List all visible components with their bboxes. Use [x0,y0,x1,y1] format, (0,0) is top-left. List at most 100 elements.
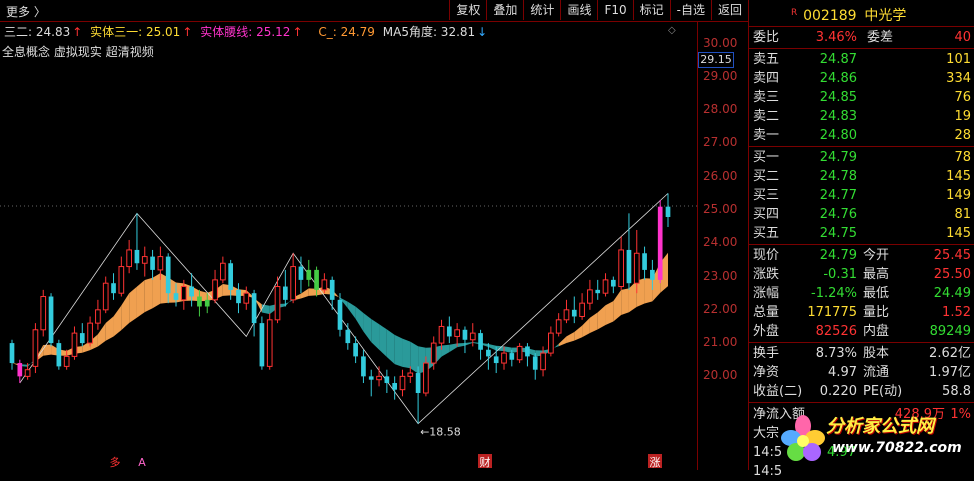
candle-body [438,325,445,344]
candle-body [633,252,640,284]
remove-watchlist-button[interactable]: -自选 [669,0,711,20]
sell-price: 24.87 [819,52,857,67]
stat-label: 最低 [863,286,890,301]
ma-band-segment [589,312,598,333]
candle [266,313,273,370]
draw-line-button[interactable]: 画线 [560,0,597,20]
sell-price: 24.85 [819,90,857,105]
flower-logo-icon [781,415,825,461]
ma-band-segment [441,344,450,357]
candlestick-chart[interactable]: ←18.58 多 A 财 涨 [0,21,697,470]
candle [454,323,460,347]
candle-body [571,309,577,317]
commission-ratio-section: 委比 3.46% 委差 40 [749,27,974,49]
candle-body [657,206,663,280]
buy-row-2: 买二 24.78 145 [749,167,974,186]
stats-button[interactable]: 统计 [523,0,560,20]
big-order-label: 大宗 [753,426,780,441]
fund-value: 8.73% [815,346,857,361]
candle [626,213,632,290]
sell-price: 24.83 [819,109,857,124]
price-tick: 29.00 [703,68,738,83]
stat-value: 171775 [807,305,857,320]
candle [595,279,601,300]
candle [618,236,624,290]
fundamentals: 换手 8.73% 股本 2.62亿 净资 4.97 流通 1.97亿 收益(二) 0.220 PE(… [749,343,974,403]
ma-band-segment [621,288,629,316]
back-button[interactable]: 返回 [710,0,748,20]
candle-body [563,309,570,321]
stock-name[interactable]: 中光学 [864,8,906,24]
candle-body [314,269,319,290]
candle-body [141,256,148,264]
candle [251,289,257,337]
candle [376,366,382,387]
ma-band-segment [410,341,419,374]
candle-body [259,323,265,367]
candle [392,376,398,400]
stat-value: 24.79 [819,248,857,263]
candle [361,349,366,384]
fuquan-button[interactable]: 复权 [449,0,486,20]
ma-band-segment [355,306,364,332]
candle-body [407,372,414,377]
fund-label: PE(动) [863,384,903,399]
sell-label: 卖五 [753,52,780,67]
candle-body [56,343,62,367]
ma-band-segment [152,273,161,309]
stat-label: 涨幅 [753,286,780,301]
ma-band-segment [136,280,145,318]
candle-body [282,286,288,300]
event-marker: 涨 [650,456,661,469]
more-menu[interactable]: 更多 〉 [6,3,46,20]
ma-band-segment [597,305,606,330]
sell-row-1: 卖一 24.80 28 [749,126,974,145]
stat-label: 总量 [753,305,780,320]
fund-value: 2.62亿 [929,346,971,361]
sell-volume: 19 [954,109,971,124]
stat-row: 涨跌 -0.31 最高 25.50 [749,265,974,284]
candle-body [173,293,179,300]
stat-label: 外盘 [753,324,780,339]
candle [32,323,39,374]
candle-body [587,289,593,304]
stat-label: 今开 [863,248,890,263]
candle [438,319,445,350]
ma-band-segment [386,329,395,365]
candle-body [345,329,351,344]
fund-label: 收益(二) [753,384,803,399]
candle-body [540,352,546,371]
ma-band-segment [628,280,637,313]
candle [71,326,78,360]
mark-button[interactable]: 标记 [632,0,670,20]
ma-band-segment [449,343,458,353]
candle [446,316,452,344]
f10-button[interactable]: F10 [597,0,632,20]
sell-volume: 28 [954,128,971,143]
sell-label: 卖二 [753,109,780,124]
candle-body [602,279,609,294]
ma-band-segment [613,289,622,322]
ma-band-segment [644,278,653,304]
candle-body [486,349,491,357]
quote-panel: R 002189 中光学 委比 3.46% 委差 40 卖五 24.87 101 卖四… [748,0,974,479]
rzrq-mark: R [791,8,798,18]
crosshair-price-tag: 29.15 [698,52,734,68]
ma-band-segment [504,346,512,354]
ma-band-segment [363,312,372,343]
candle-body [79,333,85,344]
stat-label: 内盘 [863,324,890,339]
overlay-button[interactable]: 叠加 [486,0,523,20]
watermark-url[interactable]: www.70822.com [832,440,962,456]
candle-body [665,206,671,217]
candle [555,313,562,337]
sell-label: 卖三 [753,90,780,105]
stat-value: 89249 [929,324,971,339]
ma-band-segment [558,336,567,347]
candle-body [618,249,624,288]
candle-body [626,249,632,284]
candle-body [548,332,554,354]
candle-body [454,329,460,337]
candle-body [595,289,601,294]
stock-code[interactable]: 002189 [803,8,856,24]
